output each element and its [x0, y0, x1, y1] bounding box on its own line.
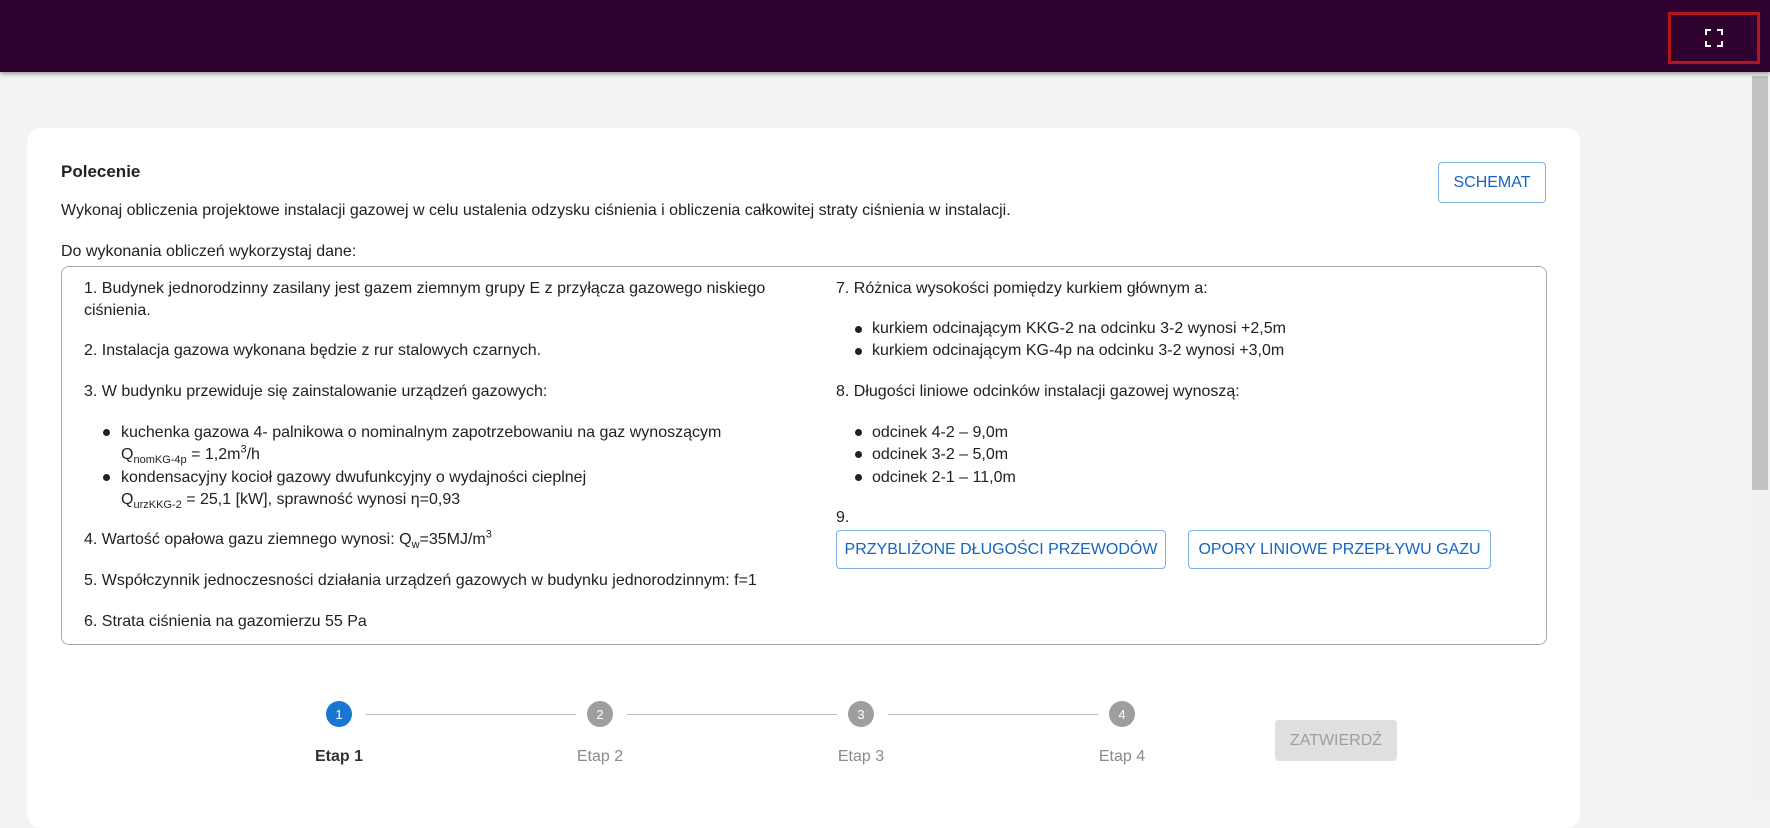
item-8-bullet-3: odcinek 2-1 – 11,0m — [872, 469, 1016, 486]
step-1-circle[interactable]: 1 — [326, 701, 352, 727]
item-4-sub: w — [411, 539, 420, 552]
data-intro: Do wykonania obliczeń wykorzystaj dane: — [61, 243, 357, 260]
task-intro: Wykonaj obliczenia projektowe instalacji… — [61, 202, 1011, 219]
formula-sub: nomKG-4p — [133, 454, 187, 467]
task-heading: Polecenie — [61, 162, 141, 181]
approx-lengths-button[interactable]: PRZYBLIŻONE DŁUGOŚCI PRZEWODÓW — [836, 530, 1166, 569]
step-2-circle[interactable]: 2 — [587, 701, 613, 727]
top-app-bar — [0, 0, 1770, 72]
item-5: 5. Współczynnik jednoczesności działania… — [84, 572, 757, 589]
item-4-sup: 3 — [485, 528, 492, 541]
item-3-bullet-2-line1: kondensacyjny kocioł gazowy dwufunkcyjny… — [121, 469, 587, 486]
step-4-circle[interactable]: 4 — [1109, 701, 1135, 727]
stepper-connector — [366, 714, 576, 715]
fullscreen-icon — [1705, 29, 1723, 47]
bullet — [855, 429, 862, 436]
step-4-label[interactable]: Etap 4 — [1072, 748, 1172, 766]
item-2: 2. Instalacja gazowa wykonana będzie z r… — [84, 342, 542, 359]
fullscreen-button[interactable] — [1668, 12, 1760, 64]
submit-button[interactable]: ZATWIERDŹ — [1275, 720, 1397, 761]
bullet — [855, 451, 862, 458]
step-1-label[interactable]: Etap 1 — [289, 748, 389, 766]
stepper-connector — [888, 714, 1098, 715]
item-3-bullet-2-formula: QurzKKG-2 = 25,1 [kW], sprawność wynosi … — [121, 489, 461, 512]
formula-rest: = 25,1 [kW], sprawność wynosi η=0,93 — [181, 491, 461, 508]
item-3-bullet-1-line1: kuchenka gazowa 4- palnikowa o nominalny… — [121, 424, 722, 441]
item-7-bullet-2: kurkiem odcinającym KG-4p na odcinku 3-2… — [872, 342, 1285, 359]
item-7-bullet-1: kurkiem odcinającym KKG-2 na odcinku 3-2… — [872, 320, 1286, 337]
item-8-bullet-1: odcinek 4-2 – 9,0m — [872, 424, 1009, 441]
item-7: 7. Różnica wysokości pomiędzy kurkiem gł… — [836, 280, 1208, 297]
step-3-label[interactable]: Etap 3 — [811, 748, 911, 766]
item-8-bullet-2: odcinek 3-2 – 5,0m — [872, 446, 1009, 463]
item-3: 3. W budynku przewiduje się zainstalowan… — [84, 383, 548, 400]
item-6: 6. Strata ciśnienia na gazomierzu 55 Pa — [84, 613, 367, 630]
linear-resistance-button[interactable]: OPORY LINIOWE PRZEPŁYWU GAZU — [1188, 530, 1491, 569]
item-3-bullet-1-formula: QnomKG-4p = 1,2m3/h — [121, 444, 260, 467]
formula-q: Q — [121, 446, 134, 463]
bullet — [855, 326, 862, 333]
formula-eq: = 1,2m — [186, 446, 241, 463]
step-2-label[interactable]: Etap 2 — [550, 748, 650, 766]
schemat-button[interactable]: SCHEMAT — [1438, 162, 1546, 203]
item-8: 8. Długości liniowe odcinków instalacji … — [836, 383, 1240, 400]
bullet — [855, 348, 862, 355]
item-4-eq: =35MJ/m — [419, 531, 486, 548]
bullet — [855, 474, 862, 481]
formula-sub: urzKKG-2 — [133, 499, 182, 512]
bullet — [103, 474, 110, 481]
formula-q: Q — [121, 491, 134, 508]
bullet — [103, 429, 110, 436]
item-4-text: 4. Wartość opałowa gazu ziemnego wynosi:… — [84, 531, 412, 548]
step-3-circle[interactable]: 3 — [848, 701, 874, 727]
item-9: 9. — [836, 509, 850, 526]
stepper-connector — [627, 714, 837, 715]
item-4: 4. Wartość opałowa gazu ziemnego wynosi:… — [84, 528, 492, 552]
item-1-line2: ciśnienia. — [84, 302, 151, 319]
item-1-line1: 1. Budynek jednorodzinny zasilany jest g… — [84, 280, 766, 297]
scrollbar-thumb[interactable] — [1752, 76, 1768, 490]
formula-unit: /h — [246, 446, 260, 463]
